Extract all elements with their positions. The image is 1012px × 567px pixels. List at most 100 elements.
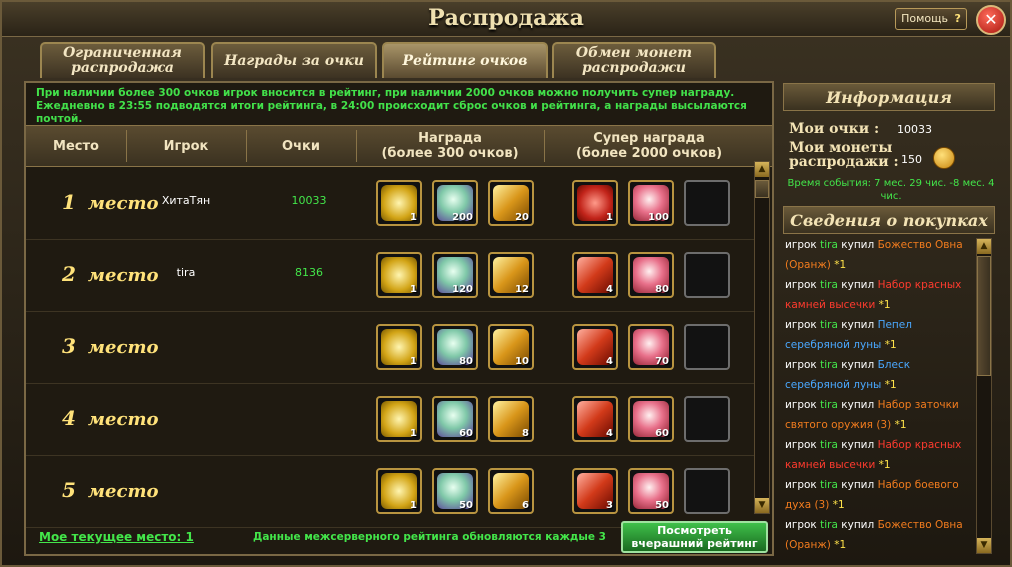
reward-quantity: 120 [452,284,473,295]
tab-points-rating[interactable]: Рейтинг очков [382,42,548,78]
tab-point-rewards[interactable]: Награды за очки [211,42,377,78]
entry-prefix: игрок [785,279,817,291]
reward-quantity: 1 [410,428,417,439]
entry-count: *1 [884,339,897,351]
scroll-down-icon[interactable]: ▼ [977,538,991,553]
empty-reward-slot [684,324,730,370]
entry-verb: купил [841,439,875,451]
entry-prefix: игрок [785,399,817,411]
view-yesterday-rating-button[interactable]: Посмотреть вчерашний рейтинг [621,521,768,553]
close-icon[interactable]: ✕ [976,5,1006,35]
list-item: игрок tira купил Блеск серебряной луны *… [785,355,975,395]
super-reward-slot[interactable]: 4 [572,324,618,370]
my-points-value: 10033 [897,123,932,136]
scroll-thumb[interactable] [977,256,991,376]
my-coins-label: Мои монеты распродажи : [789,140,899,170]
col-reward: Награда (более 300 очков) [381,131,519,161]
reward-slot[interactable]: 1 [376,324,422,370]
my-current-place-link[interactable]: Мое текущее место: 1 [39,530,194,544]
entry-player[interactable]: tira [820,439,838,451]
entry-player[interactable]: tira [820,279,838,291]
entry-count: *1 [894,419,907,431]
reward-quantity: 4 [606,428,613,439]
reward-quantity: 1 [606,212,613,223]
reward-slot[interactable]: 6 [488,468,534,514]
tab-label: Ограниченная распродажа [63,45,182,76]
my-points-label: Мои очки : [789,121,880,137]
place-label: 3 место [62,334,159,358]
help-icon: ? [954,12,961,25]
list-item: игрок tira купил Набор боевого духа (3) … [785,475,975,515]
list-item: игрок tira купил Набор красных камней вы… [785,275,975,315]
reward-quantity: 80 [459,356,473,367]
list-item: игрок tira купил Пепел серебряной луны *… [785,315,975,355]
entry-verb: купил [841,239,875,251]
sale-window: Распродажа Помощь ? ✕ Ограниченная распр… [0,0,1012,567]
col-super-reward: Супер награда (более 2000 очков) [575,131,723,161]
reward-quantity: 8 [522,428,529,439]
reward-slot[interactable]: 50 [432,468,478,514]
info-header: Информация [783,83,995,111]
entry-verb: купил [841,479,875,491]
entry-player[interactable]: tira [820,359,838,371]
place-word: место [87,481,159,502]
reward-slot[interactable]: 1 [376,468,422,514]
reward-slot[interactable]: 80 [432,324,478,370]
reward-slot[interactable]: 10 [488,324,534,370]
reward-slot[interactable]: 1 [376,252,422,298]
tab-limited-sale[interactable]: Ограниченная распродажа [40,42,205,78]
entry-player[interactable]: tira [820,519,838,531]
reward-quantity: 20 [515,212,529,223]
reward-quantity: 70 [655,356,669,367]
player-points: 8136 [295,266,323,279]
player-name: ХитаТян [161,194,211,207]
super-reward-slot[interactable]: 50 [628,468,674,514]
table-row: 2 место tira 8136 1 120 12 4 80 [26,240,754,312]
reward-quantity: 1 [410,500,417,511]
reward-slot[interactable]: 1 [376,396,422,442]
reward-quantity: 1 [410,284,417,295]
rating-scrollbar[interactable]: ▲ ▼ [754,161,770,514]
purchase-scrollbar[interactable]: ▲ ▼ [976,238,992,554]
entry-prefix: игрок [785,479,817,491]
reward-slot[interactable]: 1 [376,180,422,226]
empty-reward-slot [684,396,730,442]
super-reward-slot[interactable]: 80 [628,252,674,298]
entry-player[interactable]: tira [820,479,838,491]
reward-slot[interactable]: 8 [488,396,534,442]
scroll-thumb[interactable] [755,180,769,198]
entry-player[interactable]: tira [820,319,838,331]
reward-quantity: 12 [515,284,529,295]
reward-quantity: 50 [459,500,473,511]
reward-slot[interactable]: 20 [488,180,534,226]
super-reward-slot[interactable]: 4 [572,396,618,442]
super-reward-slot[interactable]: 70 [628,324,674,370]
tab-label: Рейтинг очков [402,52,528,69]
entry-count: *1 [884,379,897,391]
help-button[interactable]: Помощь ? [895,8,967,30]
super-reward-slot[interactable]: 4 [572,252,618,298]
reward-quantity: 50 [655,500,669,511]
tab-coin-exchange[interactable]: Обмен монет распродажи [552,42,716,78]
entry-prefix: игрок [785,439,817,451]
reward-quantity: 100 [648,212,669,223]
scroll-up-icon[interactable]: ▲ [977,239,991,254]
rating-notice: При наличии более 300 очков игрок вносит… [36,87,747,125]
reward-slot[interactable]: 60 [432,396,478,442]
entry-player[interactable]: tira [820,239,838,251]
reward-slot[interactable]: 120 [432,252,478,298]
player-points: 10033 [291,194,327,207]
entry-player[interactable]: tira [820,399,838,411]
reward-slot[interactable]: 12 [488,252,534,298]
scroll-down-icon[interactable]: ▼ [755,498,769,513]
reward-quantity: 80 [655,284,669,295]
super-reward-slot[interactable]: 1 [572,180,618,226]
super-reward-slot[interactable]: 3 [572,468,618,514]
place-number: 1 [62,190,76,214]
super-reward-slot[interactable]: 100 [628,180,674,226]
entry-count: *1 [834,259,847,271]
my-coins-value: 150 [901,153,922,166]
reward-slot[interactable]: 200 [432,180,478,226]
scroll-up-icon[interactable]: ▲ [755,162,769,177]
super-reward-slot[interactable]: 60 [628,396,674,442]
